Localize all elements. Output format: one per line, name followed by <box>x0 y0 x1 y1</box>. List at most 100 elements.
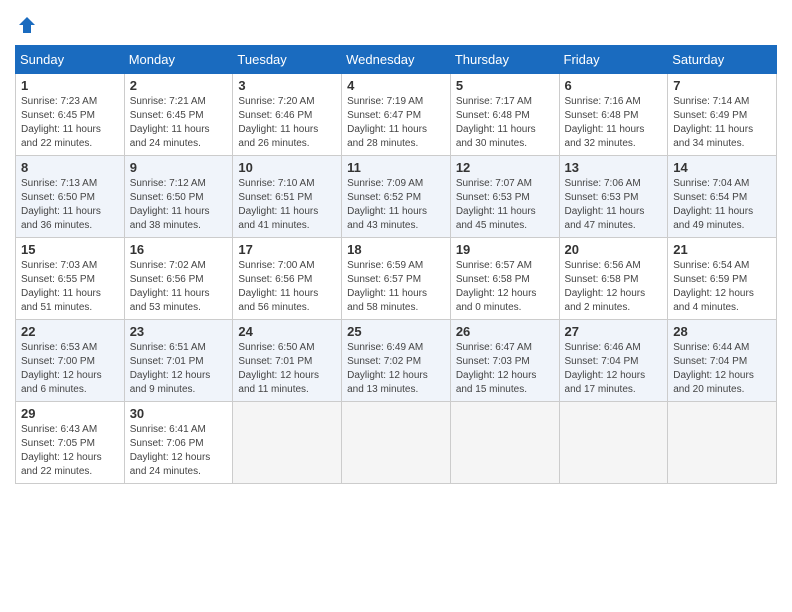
day-info: Sunrise: 6:41 AMSunset: 7:06 PMDaylight:… <box>130 423 228 479</box>
calendar-cell: 14 Sunrise: 7:04 AMSunset: 6:54 PMDayligh… <box>668 156 777 238</box>
calendar-cell: 16Sunrise: 7:02 AMSunset: 6:56 PMDayligh… <box>124 238 233 320</box>
day-info: Sunrise: 6:54 AMSunset: 6:59 PMDaylight:… <box>673 259 771 315</box>
calendar-cell <box>668 402 777 484</box>
day-info: Sunrise: 7:12 AMSunset: 6:50 PMDaylight:… <box>130 177 228 233</box>
day-info: Sunrise: 7:14 AMSunset: 6:49 PMDaylight:… <box>673 95 771 151</box>
calendar-cell: 26 Sunrise: 6:47 AMSunset: 7:03 PMDayligh… <box>450 320 559 402</box>
day-number: 13 <box>565 160 663 175</box>
day-info: Sunrise: 6:47 AMSunset: 7:03 PMDaylight:… <box>456 341 554 397</box>
day-info: Sunrise: 6:51 AMSunset: 7:01 PMDaylight:… <box>130 341 228 397</box>
day-number: 4 <box>347 78 445 93</box>
day-number: 17 <box>238 242 336 257</box>
day-info: Sunrise: 7:10 AMSunset: 6:51 PMDaylight:… <box>238 177 336 233</box>
day-info: Sunrise: 6:50 AMSunset: 7:01 PMDaylight:… <box>238 341 336 397</box>
calendar-cell: 9 Sunrise: 7:12 AMSunset: 6:50 PMDaylight… <box>124 156 233 238</box>
day-number: 21 <box>673 242 771 257</box>
day-of-week-header: Thursday <box>450 46 559 74</box>
day-info: Sunrise: 7:23 AMSunset: 6:45 PMDaylight:… <box>21 95 119 151</box>
calendar-week-row: 22Sunrise: 6:53 AMSunset: 7:00 PMDayligh… <box>16 320 777 402</box>
calendar-cell: 23 Sunrise: 6:51 AMSunset: 7:01 PMDayligh… <box>124 320 233 402</box>
calendar-week-row: 1 Sunrise: 7:23 AMSunset: 6:45 PMDaylight… <box>16 74 777 156</box>
calendar-cell: 25Sunrise: 6:49 AMSunset: 7:02 PMDayligh… <box>342 320 451 402</box>
day-info: Sunrise: 6:46 AMSunset: 7:04 PMDaylight:… <box>565 341 663 397</box>
calendar-cell <box>233 402 342 484</box>
calendar-week-row: 29 Sunrise: 6:43 AMSunset: 7:05 PMDayligh… <box>16 402 777 484</box>
calendar-cell: 27 Sunrise: 6:46 AMSunset: 7:04 PMDayligh… <box>559 320 668 402</box>
calendar-cell: 7 Sunrise: 7:14 AMSunset: 6:49 PMDaylight… <box>668 74 777 156</box>
calendar-cell: 28 Sunrise: 6:44 AMSunset: 7:04 PMDayligh… <box>668 320 777 402</box>
day-number: 2 <box>130 78 228 93</box>
calendar-cell: 12 Sunrise: 7:07 AMSunset: 6:53 PMDayligh… <box>450 156 559 238</box>
calendar-cell: 15Sunrise: 7:03 AMSunset: 6:55 PMDayligh… <box>16 238 125 320</box>
calendar-cell: 18 Sunrise: 6:59 AMSunset: 6:57 PMDayligh… <box>342 238 451 320</box>
calendar-cell: 29 Sunrise: 6:43 AMSunset: 7:05 PMDayligh… <box>16 402 125 484</box>
calendar-week-row: 8 Sunrise: 7:13 AMSunset: 6:50 PMDaylight… <box>16 156 777 238</box>
day-info: Sunrise: 6:49 AMSunset: 7:02 PMDaylight:… <box>347 341 445 397</box>
day-number: 30 <box>130 406 228 421</box>
day-number: 28 <box>673 324 771 339</box>
calendar-cell: 17 Sunrise: 7:00 AMSunset: 6:56 PMDayligh… <box>233 238 342 320</box>
calendar-cell <box>342 402 451 484</box>
day-info: Sunrise: 6:57 AMSunset: 6:58 PMDaylight:… <box>456 259 554 315</box>
day-number: 20 <box>565 242 663 257</box>
day-number: 9 <box>130 160 228 175</box>
day-number: 5 <box>456 78 554 93</box>
calendar-cell: 4Sunrise: 7:19 AMSunset: 6:47 PMDaylight… <box>342 74 451 156</box>
calendar-cell: 22Sunrise: 6:53 AMSunset: 7:00 PMDayligh… <box>16 320 125 402</box>
day-info: Sunrise: 6:56 AMSunset: 6:58 PMDaylight:… <box>565 259 663 315</box>
day-number: 12 <box>456 160 554 175</box>
day-info: Sunrise: 6:43 AMSunset: 7:05 PMDaylight:… <box>21 423 119 479</box>
day-number: 16 <box>130 242 228 257</box>
calendar-header-row: SundayMondayTuesdayWednesdayThursdayFrid… <box>16 46 777 74</box>
calendar-cell: 8 Sunrise: 7:13 AMSunset: 6:50 PMDaylight… <box>16 156 125 238</box>
day-info: Sunrise: 7:04 AMSunset: 6:54 PMDaylight:… <box>673 177 771 233</box>
calendar-cell: 30 Sunrise: 6:41 AMSunset: 7:06 PMDayligh… <box>124 402 233 484</box>
day-number: 1 <box>21 78 119 93</box>
calendar-cell: 6 Sunrise: 7:16 AMSunset: 6:48 PMDaylight… <box>559 74 668 156</box>
day-of-week-header: Monday <box>124 46 233 74</box>
calendar-cell <box>450 402 559 484</box>
day-number: 18 <box>347 242 445 257</box>
calendar-cell: 21 Sunrise: 6:54 AMSunset: 6:59 PMDayligh… <box>668 238 777 320</box>
day-number: 10 <box>238 160 336 175</box>
day-info: Sunrise: 7:09 AMSunset: 6:52 PMDaylight:… <box>347 177 445 233</box>
day-number: 6 <box>565 78 663 93</box>
day-info: Sunrise: 7:03 AMSunset: 6:55 PMDaylight:… <box>21 259 119 315</box>
day-info: Sunrise: 7:13 AMSunset: 6:50 PMDaylight:… <box>21 177 119 233</box>
day-number: 23 <box>130 324 228 339</box>
calendar-cell <box>559 402 668 484</box>
day-of-week-header: Sunday <box>16 46 125 74</box>
day-of-week-header: Saturday <box>668 46 777 74</box>
day-number: 29 <box>21 406 119 421</box>
day-info: Sunrise: 7:20 AMSunset: 6:46 PMDaylight:… <box>238 95 336 151</box>
day-info: Sunrise: 7:00 AMSunset: 6:56 PMDaylight:… <box>238 259 336 315</box>
calendar-cell: 10 Sunrise: 7:10 AMSunset: 6:51 PMDayligh… <box>233 156 342 238</box>
day-info: Sunrise: 7:06 AMSunset: 6:53 PMDaylight:… <box>565 177 663 233</box>
calendar-cell: 20 Sunrise: 6:56 AMSunset: 6:58 PMDayligh… <box>559 238 668 320</box>
day-info: Sunrise: 6:44 AMSunset: 7:04 PMDaylight:… <box>673 341 771 397</box>
calendar-cell: 11 Sunrise: 7:09 AMSunset: 6:52 PMDayligh… <box>342 156 451 238</box>
calendar-cell: 5 Sunrise: 7:17 AMSunset: 6:48 PMDaylight… <box>450 74 559 156</box>
calendar-cell: 1 Sunrise: 7:23 AMSunset: 6:45 PMDaylight… <box>16 74 125 156</box>
day-of-week-header: Tuesday <box>233 46 342 74</box>
day-number: 26 <box>456 324 554 339</box>
day-number: 14 <box>673 160 771 175</box>
page-header <box>15 15 777 35</box>
calendar-cell: 24 Sunrise: 6:50 AMSunset: 7:01 PMDayligh… <box>233 320 342 402</box>
calendar-cell: 13 Sunrise: 7:06 AMSunset: 6:53 PMDayligh… <box>559 156 668 238</box>
day-info: Sunrise: 7:07 AMSunset: 6:53 PMDaylight:… <box>456 177 554 233</box>
day-number: 11 <box>347 160 445 175</box>
day-number: 27 <box>565 324 663 339</box>
calendar-cell: 19Sunrise: 6:57 AMSunset: 6:58 PMDayligh… <box>450 238 559 320</box>
calendar-table: SundayMondayTuesdayWednesdayThursdayFrid… <box>15 45 777 484</box>
calendar-cell: 2 Sunrise: 7:21 AMSunset: 6:45 PMDaylight… <box>124 74 233 156</box>
day-number: 24 <box>238 324 336 339</box>
day-info: Sunrise: 7:21 AMSunset: 6:45 PMDaylight:… <box>130 95 228 151</box>
day-number: 7 <box>673 78 771 93</box>
day-info: Sunrise: 6:59 AMSunset: 6:57 PMDaylight:… <box>347 259 445 315</box>
day-number: 8 <box>21 160 119 175</box>
day-info: Sunrise: 7:17 AMSunset: 6:48 PMDaylight:… <box>456 95 554 151</box>
logo-icon <box>17 15 37 35</box>
day-number: 22 <box>21 324 119 339</box>
day-info: Sunrise: 7:16 AMSunset: 6:48 PMDaylight:… <box>565 95 663 151</box>
